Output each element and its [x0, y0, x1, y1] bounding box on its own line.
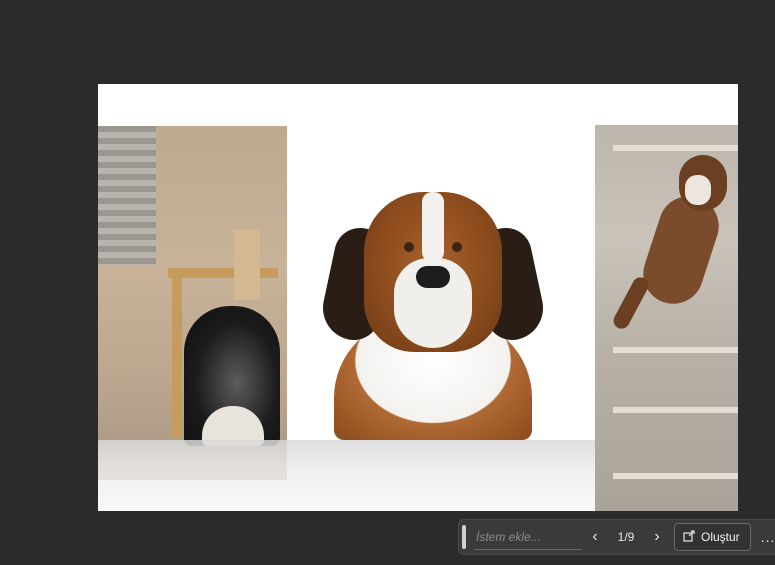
prompt-input[interactable] — [474, 524, 582, 550]
create-button[interactable]: Oluştur — [674, 523, 751, 551]
page-indicator: 1/9 — [617, 530, 635, 544]
generated-image-canvas — [98, 84, 738, 511]
create-icon — [683, 529, 695, 545]
generation-toolbar: ‹ 1/9 › Oluştur ... — [458, 519, 775, 555]
shelf — [613, 407, 738, 413]
dog-face — [685, 175, 711, 205]
create-button-label: Oluştur — [701, 530, 740, 544]
wood-beam — [168, 268, 278, 278]
dog-eye-right — [452, 242, 462, 252]
chevron-right-icon: › — [654, 528, 660, 545]
drag-handle[interactable] — [462, 525, 466, 549]
saint-bernard-dog — [316, 188, 550, 440]
dog-eye-left — [404, 242, 414, 252]
more-icon[interactable]: ... — [761, 529, 775, 545]
image-right-jumping-dog — [595, 125, 738, 511]
shelf — [613, 347, 738, 353]
jumping-dog — [610, 155, 731, 332]
dog-leg — [610, 274, 652, 332]
dog-blaze — [422, 192, 444, 262]
shelf — [613, 145, 738, 151]
next-button[interactable]: › — [644, 524, 670, 550]
previous-button[interactable]: ‹ — [582, 524, 608, 550]
dog-muzzle — [394, 258, 472, 348]
chevron-left-icon: ‹ — [592, 528, 598, 545]
dog-head — [364, 192, 502, 352]
staircase — [98, 126, 156, 266]
dog-nose — [416, 266, 450, 288]
wood-post — [172, 278, 182, 438]
image-left-black-dog — [98, 126, 287, 480]
wood-post — [234, 230, 260, 300]
shelf — [613, 473, 738, 479]
black-dog — [184, 306, 280, 446]
